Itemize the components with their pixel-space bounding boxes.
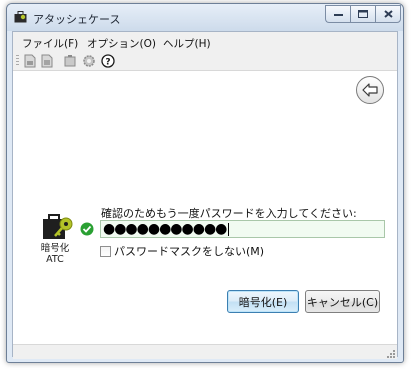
- delete-file-icon[interactable]: [63, 54, 77, 68]
- minimize-icon: [333, 14, 343, 16]
- app-icon: [14, 11, 27, 23]
- menu-options[interactable]: オプション(O): [87, 36, 156, 51]
- toolbar: ?: [13, 52, 397, 71]
- maximize-button[interactable]: [350, 5, 375, 23]
- arrow-left-icon: [362, 83, 378, 97]
- resize-grip-icon[interactable]: [385, 348, 395, 358]
- minimize-button[interactable]: [325, 5, 350, 23]
- menu-help[interactable]: ヘルプ(H): [163, 36, 211, 51]
- menu-file[interactable]: ファイル(F): [22, 36, 78, 51]
- password-confirm-input[interactable]: ●●●●●●●●●●●: [100, 220, 385, 238]
- encrypt-label-line2: ATC: [46, 254, 64, 265]
- encrypt-file-icon[interactable]: [23, 54, 37, 68]
- title-bar[interactable]: アタッシェケース: [7, 4, 403, 31]
- cancel-button[interactable]: キャンセル(C): [305, 290, 380, 313]
- password-masked-value: ●●●●●●●●●●●: [103, 221, 227, 237]
- check-icon: [80, 222, 94, 236]
- svg-text:?: ?: [105, 58, 110, 68]
- help-icon[interactable]: ?: [101, 54, 115, 68]
- close-button[interactable]: [375, 5, 401, 23]
- password-confirm-prompt: 確認のためもう一度パスワードを入力してください:: [101, 207, 357, 220]
- menu-bar: ファイル(F) オプション(O) ヘルプ(H): [13, 32, 397, 53]
- window-title: アタッシェケース: [33, 13, 121, 26]
- encrypt-mode-label: 暗号化 ATC: [27, 243, 83, 265]
- close-icon: [383, 10, 393, 18]
- back-button[interactable]: [356, 76, 384, 104]
- encrypt-button[interactable]: 暗号化(E): [227, 290, 299, 313]
- status-bar: [13, 344, 397, 359]
- no-mask-option[interactable]: パスワードマスクをしない(M): [100, 243, 264, 259]
- no-mask-label: パスワードマスクをしない(M): [114, 245, 265, 258]
- encrypted-briefcase-icon: [43, 214, 73, 239]
- settings-icon[interactable]: [82, 54, 96, 68]
- text-caret: [228, 222, 230, 236]
- toolbar-grip[interactable]: [16, 55, 19, 67]
- no-mask-checkbox[interactable]: [100, 245, 111, 257]
- encrypt-label-line1: 暗号化: [40, 243, 70, 254]
- maximize-icon: [358, 10, 368, 18]
- decrypt-file-icon[interactable]: [40, 54, 54, 68]
